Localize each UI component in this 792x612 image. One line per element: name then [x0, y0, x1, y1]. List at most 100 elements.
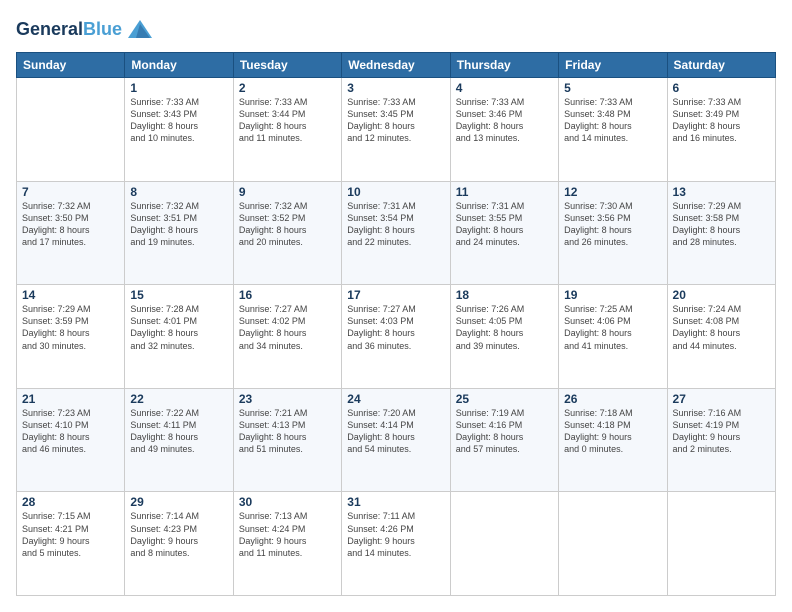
calendar-cell: 30Sunrise: 7:13 AM Sunset: 4:24 PM Dayli… — [233, 492, 341, 596]
calendar-cell: 29Sunrise: 7:14 AM Sunset: 4:23 PM Dayli… — [125, 492, 233, 596]
calendar-week-5: 28Sunrise: 7:15 AM Sunset: 4:21 PM Dayli… — [17, 492, 776, 596]
day-number: 13 — [673, 185, 770, 199]
calendar-header-friday: Friday — [559, 53, 667, 78]
calendar-header-wednesday: Wednesday — [342, 53, 450, 78]
calendar-cell: 27Sunrise: 7:16 AM Sunset: 4:19 PM Dayli… — [667, 388, 775, 492]
day-info: Sunrise: 7:32 AM Sunset: 3:51 PM Dayligh… — [130, 200, 227, 249]
calendar-cell: 19Sunrise: 7:25 AM Sunset: 4:06 PM Dayli… — [559, 285, 667, 389]
day-number: 2 — [239, 81, 336, 95]
calendar-table: SundayMondayTuesdayWednesdayThursdayFrid… — [16, 52, 776, 596]
calendar-cell: 14Sunrise: 7:29 AM Sunset: 3:59 PM Dayli… — [17, 285, 125, 389]
calendar-header-thursday: Thursday — [450, 53, 558, 78]
day-number: 7 — [22, 185, 119, 199]
day-info: Sunrise: 7:23 AM Sunset: 4:10 PM Dayligh… — [22, 407, 119, 456]
calendar-cell: 11Sunrise: 7:31 AM Sunset: 3:55 PM Dayli… — [450, 181, 558, 285]
day-info: Sunrise: 7:18 AM Sunset: 4:18 PM Dayligh… — [564, 407, 661, 456]
calendar-cell: 12Sunrise: 7:30 AM Sunset: 3:56 PM Dayli… — [559, 181, 667, 285]
calendar-week-4: 21Sunrise: 7:23 AM Sunset: 4:10 PM Dayli… — [17, 388, 776, 492]
day-number: 18 — [456, 288, 553, 302]
day-info: Sunrise: 7:24 AM Sunset: 4:08 PM Dayligh… — [673, 303, 770, 352]
day-info: Sunrise: 7:33 AM Sunset: 3:48 PM Dayligh… — [564, 96, 661, 145]
calendar-cell — [450, 492, 558, 596]
calendar-cell: 20Sunrise: 7:24 AM Sunset: 4:08 PM Dayli… — [667, 285, 775, 389]
day-info: Sunrise: 7:33 AM Sunset: 3:44 PM Dayligh… — [239, 96, 336, 145]
day-number: 28 — [22, 495, 119, 509]
calendar-cell: 21Sunrise: 7:23 AM Sunset: 4:10 PM Dayli… — [17, 388, 125, 492]
calendar-week-2: 7Sunrise: 7:32 AM Sunset: 3:50 PM Daylig… — [17, 181, 776, 285]
day-number: 12 — [564, 185, 661, 199]
day-info: Sunrise: 7:32 AM Sunset: 3:52 PM Dayligh… — [239, 200, 336, 249]
calendar-cell: 9Sunrise: 7:32 AM Sunset: 3:52 PM Daylig… — [233, 181, 341, 285]
calendar-cell: 7Sunrise: 7:32 AM Sunset: 3:50 PM Daylig… — [17, 181, 125, 285]
calendar-cell: 6Sunrise: 7:33 AM Sunset: 3:49 PM Daylig… — [667, 78, 775, 182]
calendar-cell: 1Sunrise: 7:33 AM Sunset: 3:43 PM Daylig… — [125, 78, 233, 182]
day-info: Sunrise: 7:31 AM Sunset: 3:54 PM Dayligh… — [347, 200, 444, 249]
day-number: 30 — [239, 495, 336, 509]
day-info: Sunrise: 7:26 AM Sunset: 4:05 PM Dayligh… — [456, 303, 553, 352]
day-info: Sunrise: 7:15 AM Sunset: 4:21 PM Dayligh… — [22, 510, 119, 559]
day-number: 6 — [673, 81, 770, 95]
logo: GeneralBlue — [16, 16, 154, 44]
day-number: 17 — [347, 288, 444, 302]
logo-text: GeneralBlue — [16, 20, 122, 40]
calendar-cell: 23Sunrise: 7:21 AM Sunset: 4:13 PM Dayli… — [233, 388, 341, 492]
day-info: Sunrise: 7:32 AM Sunset: 3:50 PM Dayligh… — [22, 200, 119, 249]
day-info: Sunrise: 7:30 AM Sunset: 3:56 PM Dayligh… — [564, 200, 661, 249]
calendar-header-saturday: Saturday — [667, 53, 775, 78]
calendar-header-row: SundayMondayTuesdayWednesdayThursdayFrid… — [17, 53, 776, 78]
day-number: 15 — [130, 288, 227, 302]
day-number: 19 — [564, 288, 661, 302]
calendar-week-3: 14Sunrise: 7:29 AM Sunset: 3:59 PM Dayli… — [17, 285, 776, 389]
day-number: 20 — [673, 288, 770, 302]
calendar-cell: 31Sunrise: 7:11 AM Sunset: 4:26 PM Dayli… — [342, 492, 450, 596]
calendar-header-sunday: Sunday — [17, 53, 125, 78]
day-number: 4 — [456, 81, 553, 95]
day-info: Sunrise: 7:13 AM Sunset: 4:24 PM Dayligh… — [239, 510, 336, 559]
day-info: Sunrise: 7:33 AM Sunset: 3:49 PM Dayligh… — [673, 96, 770, 145]
day-info: Sunrise: 7:11 AM Sunset: 4:26 PM Dayligh… — [347, 510, 444, 559]
calendar-cell: 8Sunrise: 7:32 AM Sunset: 3:51 PM Daylig… — [125, 181, 233, 285]
logo-icon — [126, 16, 154, 44]
day-number: 8 — [130, 185, 227, 199]
calendar-cell: 26Sunrise: 7:18 AM Sunset: 4:18 PM Dayli… — [559, 388, 667, 492]
calendar-cell: 22Sunrise: 7:22 AM Sunset: 4:11 PM Dayli… — [125, 388, 233, 492]
calendar-cell: 25Sunrise: 7:19 AM Sunset: 4:16 PM Dayli… — [450, 388, 558, 492]
calendar-cell: 13Sunrise: 7:29 AM Sunset: 3:58 PM Dayli… — [667, 181, 775, 285]
day-number: 26 — [564, 392, 661, 406]
day-info: Sunrise: 7:33 AM Sunset: 3:45 PM Dayligh… — [347, 96, 444, 145]
calendar-cell: 2Sunrise: 7:33 AM Sunset: 3:44 PM Daylig… — [233, 78, 341, 182]
calendar-cell — [559, 492, 667, 596]
day-info: Sunrise: 7:21 AM Sunset: 4:13 PM Dayligh… — [239, 407, 336, 456]
day-info: Sunrise: 7:22 AM Sunset: 4:11 PM Dayligh… — [130, 407, 227, 456]
day-number: 31 — [347, 495, 444, 509]
calendar-cell: 16Sunrise: 7:27 AM Sunset: 4:02 PM Dayli… — [233, 285, 341, 389]
header: GeneralBlue — [16, 16, 776, 44]
day-info: Sunrise: 7:29 AM Sunset: 3:59 PM Dayligh… — [22, 303, 119, 352]
calendar-cell: 3Sunrise: 7:33 AM Sunset: 3:45 PM Daylig… — [342, 78, 450, 182]
day-info: Sunrise: 7:29 AM Sunset: 3:58 PM Dayligh… — [673, 200, 770, 249]
day-number: 23 — [239, 392, 336, 406]
calendar-week-1: 1Sunrise: 7:33 AM Sunset: 3:43 PM Daylig… — [17, 78, 776, 182]
day-info: Sunrise: 7:33 AM Sunset: 3:43 PM Dayligh… — [130, 96, 227, 145]
day-info: Sunrise: 7:33 AM Sunset: 3:46 PM Dayligh… — [456, 96, 553, 145]
calendar-cell: 17Sunrise: 7:27 AM Sunset: 4:03 PM Dayli… — [342, 285, 450, 389]
day-number: 27 — [673, 392, 770, 406]
day-number: 25 — [456, 392, 553, 406]
calendar-cell: 4Sunrise: 7:33 AM Sunset: 3:46 PM Daylig… — [450, 78, 558, 182]
day-info: Sunrise: 7:27 AM Sunset: 4:03 PM Dayligh… — [347, 303, 444, 352]
calendar-cell: 28Sunrise: 7:15 AM Sunset: 4:21 PM Dayli… — [17, 492, 125, 596]
page: GeneralBlue SundayMondayTuesdayWednesday… — [0, 0, 792, 612]
day-number: 16 — [239, 288, 336, 302]
day-number: 29 — [130, 495, 227, 509]
day-number: 10 — [347, 185, 444, 199]
day-number: 11 — [456, 185, 553, 199]
day-info: Sunrise: 7:20 AM Sunset: 4:14 PM Dayligh… — [347, 407, 444, 456]
calendar-cell: 10Sunrise: 7:31 AM Sunset: 3:54 PM Dayli… — [342, 181, 450, 285]
calendar-header-tuesday: Tuesday — [233, 53, 341, 78]
day-number: 14 — [22, 288, 119, 302]
calendar-cell: 18Sunrise: 7:26 AM Sunset: 4:05 PM Dayli… — [450, 285, 558, 389]
day-number: 9 — [239, 185, 336, 199]
calendar-cell: 24Sunrise: 7:20 AM Sunset: 4:14 PM Dayli… — [342, 388, 450, 492]
calendar-cell — [667, 492, 775, 596]
day-info: Sunrise: 7:19 AM Sunset: 4:16 PM Dayligh… — [456, 407, 553, 456]
